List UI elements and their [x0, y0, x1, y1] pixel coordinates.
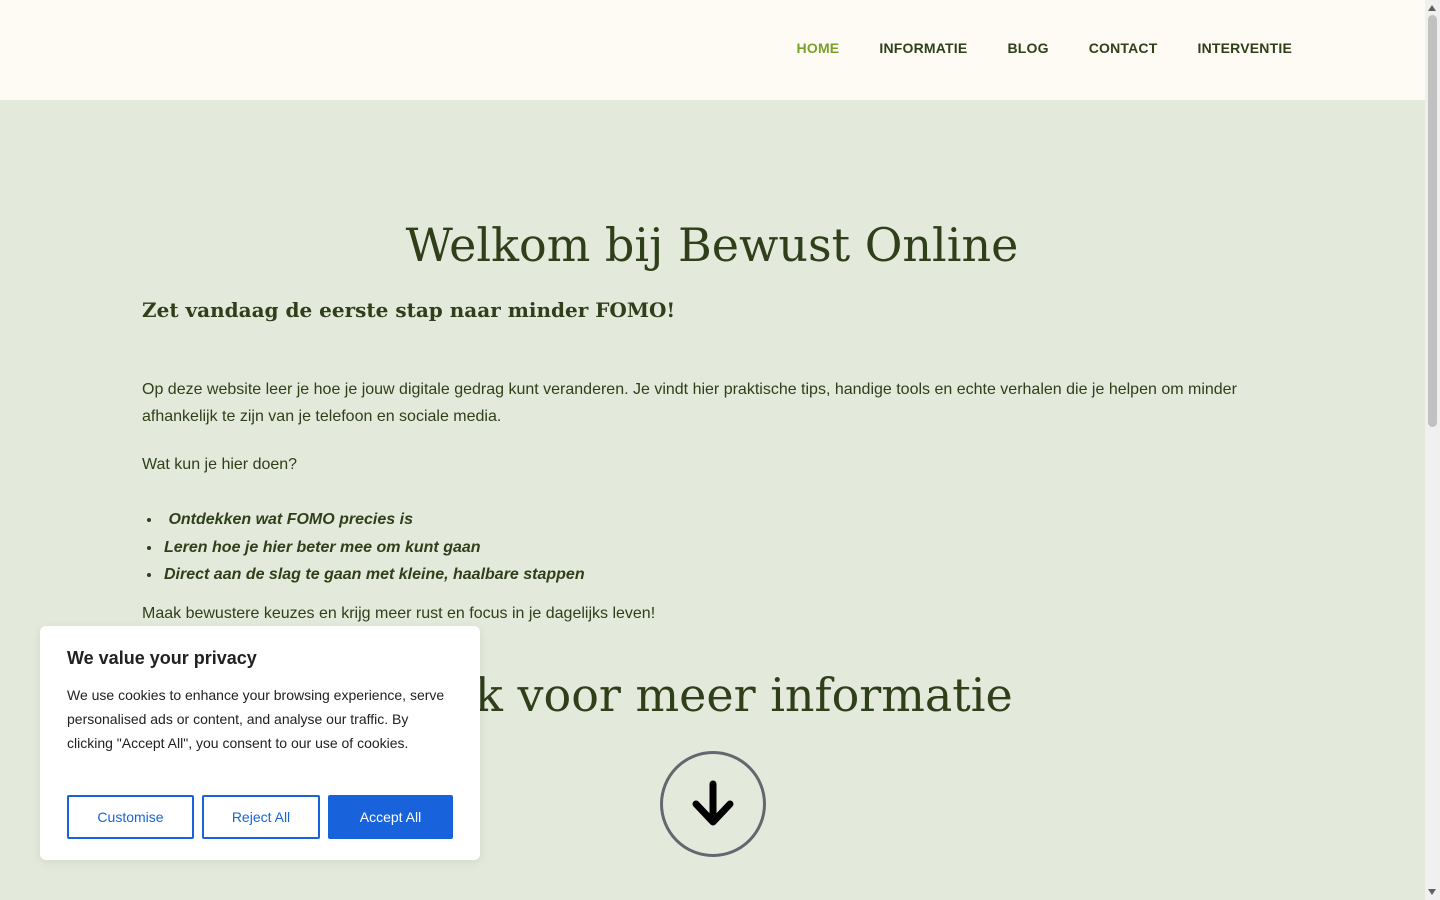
cookie-banner: We value your privacy We use cookies to …: [40, 626, 480, 860]
nav-blog[interactable]: BLOG: [1007, 40, 1048, 56]
list-item: Ontdekken wat FOMO precies is: [162, 506, 585, 534]
scrollbar-thumb[interactable]: [1428, 15, 1437, 427]
nav-informatie[interactable]: INFORMATIE: [879, 40, 967, 56]
list-item: Leren hoe je hier beter mee om kunt gaan: [162, 534, 585, 562]
nav-home[interactable]: HOME: [797, 40, 840, 56]
reject-all-button[interactable]: Reject All: [202, 795, 320, 839]
scroll-up-arrow-icon[interactable]: [1428, 5, 1436, 11]
nav-interventie[interactable]: INTERVENTIE: [1197, 40, 1292, 56]
feature-list: Ontdekken wat FOMO precies is Leren hoe …: [162, 506, 585, 589]
question-text: Wat kun je hier doen?: [142, 456, 298, 473]
cookie-text: We use cookies to enhance your browsing …: [67, 687, 445, 751]
scroll-down-arrow-icon[interactable]: [1428, 889, 1436, 895]
page-title: Welkom bij Bewust Online: [405, 218, 1019, 272]
intro-paragraph: Op deze website leer je hoe je jouw digi…: [142, 381, 1237, 425]
list-item: Direct aan de slag te gaan met kleine, h…: [162, 561, 585, 589]
site-header: HOME INFORMATIE BLOG CONTACT INTERVENTIE: [0, 0, 1425, 100]
accept-all-button[interactable]: Accept All: [328, 795, 453, 839]
customise-button[interactable]: Customise: [67, 795, 194, 839]
page-scrollbar[interactable]: [1425, 0, 1440, 900]
main-nav: HOME INFORMATIE BLOG CONTACT INTERVENTIE: [797, 40, 1292, 56]
hero-subtitle: Zet vandaag de eerste stap naar minder F…: [142, 298, 676, 322]
cookie-actions: Customise Reject All Accept All: [67, 795, 453, 839]
closing-paragraph: Maak bewustere keuzes en krijg meer rust…: [142, 605, 656, 622]
cookie-title: We value your privacy: [67, 648, 257, 668]
nav-contact[interactable]: CONTACT: [1089, 40, 1158, 56]
scroll-down-button[interactable]: [660, 751, 766, 857]
arrow-down-icon: [692, 780, 734, 826]
